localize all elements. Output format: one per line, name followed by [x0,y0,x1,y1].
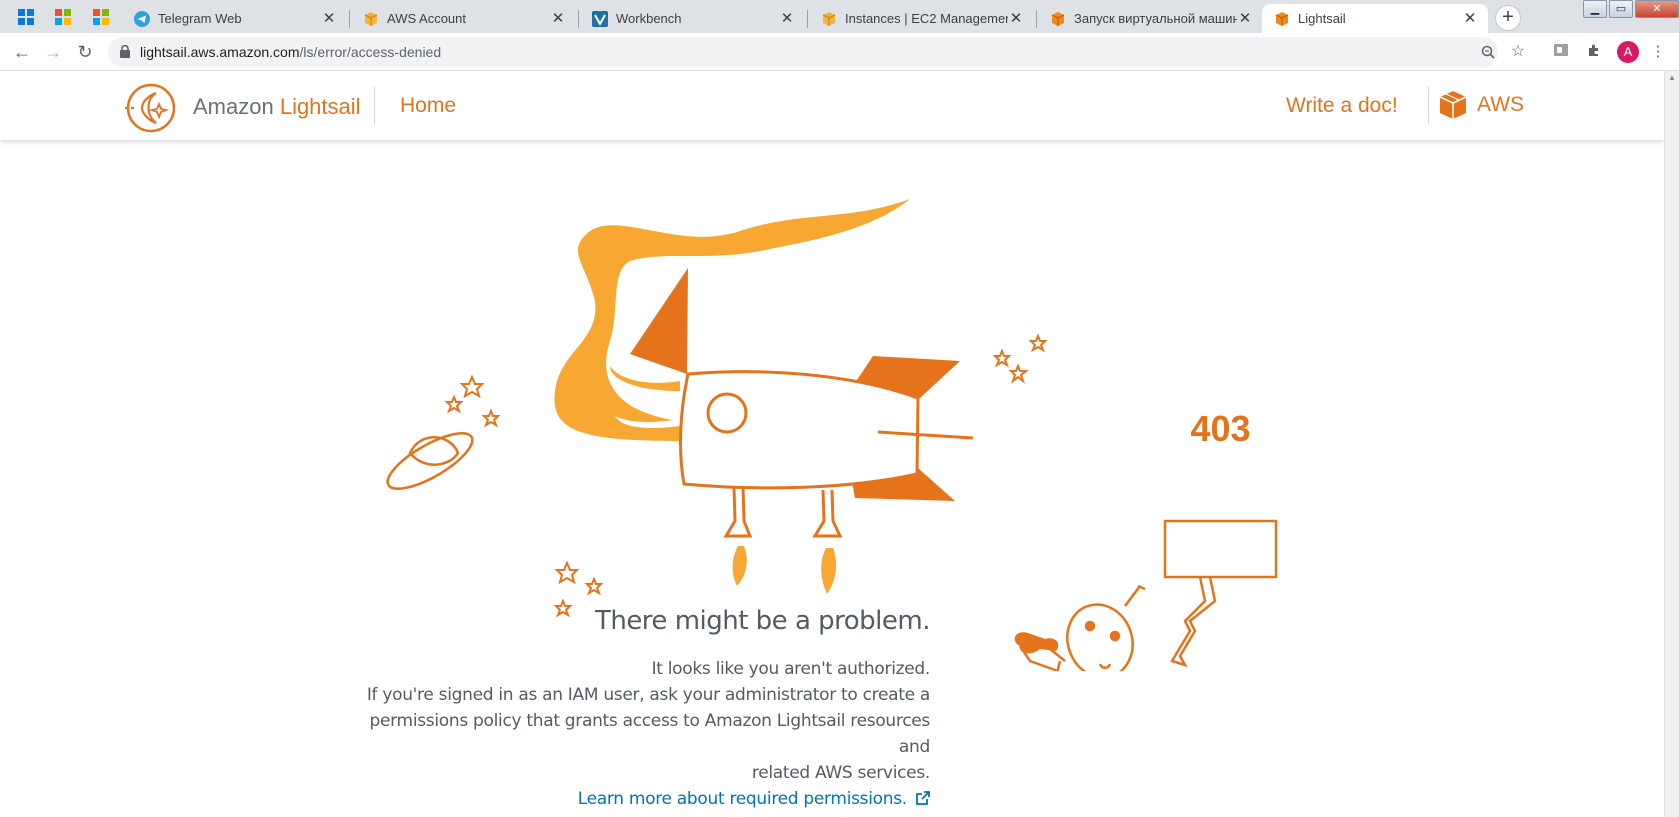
tab-telegram[interactable]: Telegram Web ✕ [122,4,347,33]
aws-cube-icon [1274,11,1290,27]
profile-avatar[interactable]: A [1617,41,1639,63]
robot-icon [1018,519,1278,671]
nav-aws-label: AWS [1477,93,1525,116]
tab-title: Lightsail [1298,11,1346,26]
tab-title: Telegram Web [158,11,242,26]
back-button[interactable]: ← [11,41,33,63]
page-scrollbar[interactable]: ▲ [1664,71,1679,817]
reload-button[interactable]: ↻ [74,41,96,63]
error-line-3: permissions policy that grants access to… [369,711,931,757]
new-tab-button[interactable]: + [1495,5,1521,31]
error-title: There might be a problem. [594,606,931,636]
aws-box-icon [363,11,379,27]
close-window-button[interactable]: ✕ [1635,0,1679,18]
extension-icon[interactable] [1551,42,1571,62]
url-text: lightsail.aws.amazon.com/ls/error/access… [140,44,441,60]
thrusters [723,486,843,594]
tab-launch-vm[interactable]: Запуск виртуальной машины ✕ [1038,4,1263,33]
lock-icon [120,45,130,58]
tab-lightsail[interactable]: Lightsail ✕ [1262,4,1488,33]
zoom-icon[interactable] [1478,42,1498,62]
microsoft-logo-icon [55,9,71,25]
page-content: Amazon Lightsail Home Write a doc! AWS 4… [0,71,1664,817]
window-controls: ▁ ▭ ✕ [1581,0,1679,20]
tab-divider [1036,10,1037,28]
browser-tab-strip: Telegram Web ✕ AWS Account ✕ Workbench ✕… [0,0,1679,33]
aws-cube-icon [1439,91,1467,119]
tab-title: Instances | EC2 Management C [845,11,1008,26]
error-line-4: related AWS services. [751,763,930,783]
telegram-icon [134,10,150,27]
workbench-icon [592,10,608,27]
scroll-up-icon[interactable]: ▲ [1668,73,1676,82]
error-code-label: 403 [1190,408,1251,449]
close-tab-icon[interactable]: ✕ [1462,10,1478,27]
wrench-icon [1014,632,1059,654]
close-tab-icon[interactable]: ✕ [321,10,337,27]
brand-name[interactable]: Amazon Lightsail [193,94,361,120]
browser-toolbar: ← → ↻ lightsail.aws.amazon.com/ls/error/… [0,33,1679,71]
close-tab-icon[interactable]: ✕ [779,10,795,27]
tab-divider [578,10,579,28]
aws-box-icon [821,11,837,27]
planet-icon [386,432,474,490]
tab-title: AWS Account [387,11,466,26]
close-tab-icon[interactable]: ✕ [1008,10,1024,27]
nav-aws-link[interactable]: AWS [1439,86,1524,124]
aws-cube-icon [1050,11,1066,27]
tab-aws-account[interactable]: AWS Account ✕ [351,4,576,33]
forward-button[interactable]: → [42,41,64,63]
brand-lightsail: Lightsail [279,94,361,119]
url-path: /ls/error/access-denied [299,44,442,60]
tab-title: Запуск виртуальной машины [1074,11,1237,26]
external-link-icon [916,791,930,805]
menu-kebab-icon[interactable]: ⋮ [1648,42,1668,62]
tab-ec2-instances[interactable]: Instances | EC2 Management C ✕ [809,4,1034,33]
puzzle-extensions-icon[interactable] [1584,42,1604,62]
tab-divider [349,10,350,28]
nav-write-doc-link[interactable]: Write a doc! [1286,94,1398,118]
learn-more-link[interactable]: Learn more about required permissions. [578,789,930,809]
error-line-2: If you're signed in as an IAM user, ask … [366,685,930,705]
lightsail-header: Amazon Lightsail Home Write a doc! AWS [0,71,1664,140]
windows-logo-tab[interactable] [9,4,43,30]
windows-logo-icon [18,9,34,25]
tab-workbench[interactable]: Workbench ✕ [580,4,805,33]
restore-button[interactable]: ▭ [1609,0,1633,18]
microsoft-tab-1[interactable] [46,4,80,30]
close-tab-icon[interactable]: ✕ [1237,10,1253,27]
close-tab-icon[interactable]: ✕ [550,10,566,27]
minimize-button[interactable]: ▁ [1583,0,1607,18]
url-host: lightsail.aws.amazon.com [140,44,300,60]
header-divider [374,86,375,124]
error-message: There might be a problem. It looks like … [340,606,931,812]
learn-more-label: Learn more about required permissions. [577,789,907,809]
nav-home-link[interactable]: Home [400,94,456,118]
address-bar[interactable]: lightsail.aws.amazon.com/ls/error/access… [108,37,1525,67]
microsoft-logo-icon [93,9,109,25]
lightsail-logo-icon[interactable] [123,82,175,134]
microsoft-tab-2[interactable] [84,4,118,30]
rocket-illustration [386,199,1278,671]
brand-prefix: Amazon [193,94,280,119]
tab-title: Workbench [616,11,682,26]
error-line-1: It looks like you aren't authorized. [651,659,931,679]
header-divider [1428,86,1429,124]
tab-divider [807,10,808,28]
rocket-fin-top [630,268,688,374]
bookmark-star-icon[interactable]: ☆ [1508,42,1528,62]
